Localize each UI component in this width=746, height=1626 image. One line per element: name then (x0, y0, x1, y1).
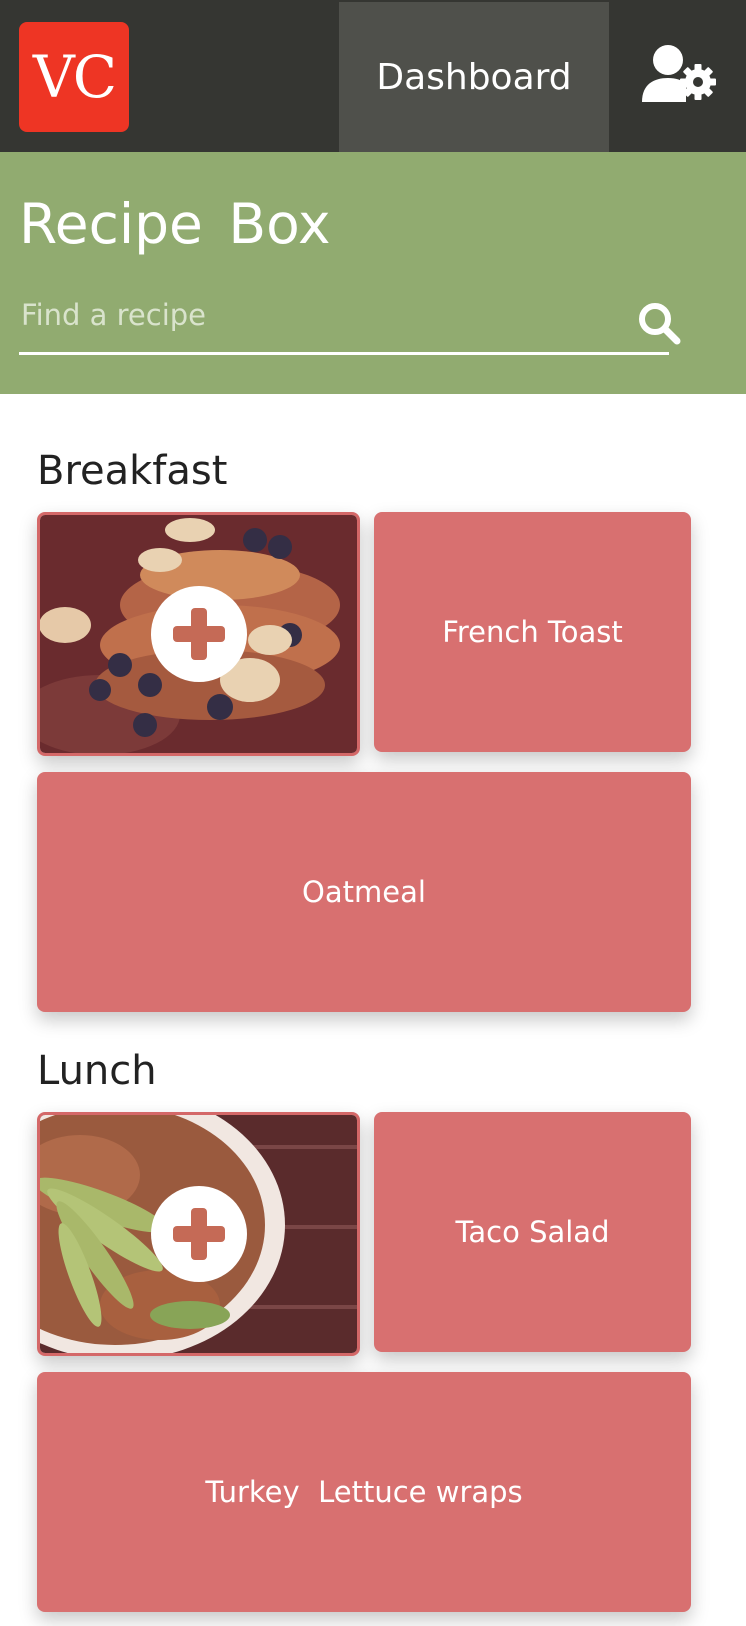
search-input[interactable] (19, 292, 583, 338)
search-icon[interactable] (636, 300, 682, 346)
search-underline (19, 352, 669, 355)
recipe-card-turkey-lettuce-wraps[interactable]: Turkey Lettuce wraps (37, 1372, 691, 1612)
add-recipe-icon[interactable] (150, 586, 247, 682)
nav-dashboard-link[interactable]: Dashboard (339, 2, 609, 152)
hero-banner: Recipe Box (0, 152, 746, 394)
recipe-card-label: Oatmeal (302, 875, 426, 909)
recipe-card-label: French Toast (442, 615, 623, 649)
lunch-photo[interactable] (37, 1112, 360, 1356)
user-gear-icon[interactable] (640, 40, 720, 110)
recipe-card-label: Turkey Lettuce wraps (205, 1475, 523, 1509)
breakfast-photo[interactable] (37, 512, 360, 756)
top-nav-bar: VC Dashboard (0, 0, 746, 152)
add-recipe-icon[interactable] (150, 1186, 247, 1282)
recipe-card-taco-salad[interactable]: Taco Salad (374, 1112, 691, 1352)
recipe-card-french-toast[interactable]: French Toast (374, 512, 691, 752)
recipe-card-label: Taco Salad (455, 1215, 610, 1249)
section-title-breakfast: Breakfast (37, 448, 228, 494)
recipe-card-oatmeal[interactable]: Oatmeal (37, 772, 691, 1012)
section-title-lunch: Lunch (37, 1048, 157, 1094)
page-title: Recipe Box (19, 192, 331, 256)
app-logo[interactable]: VC (19, 22, 129, 132)
